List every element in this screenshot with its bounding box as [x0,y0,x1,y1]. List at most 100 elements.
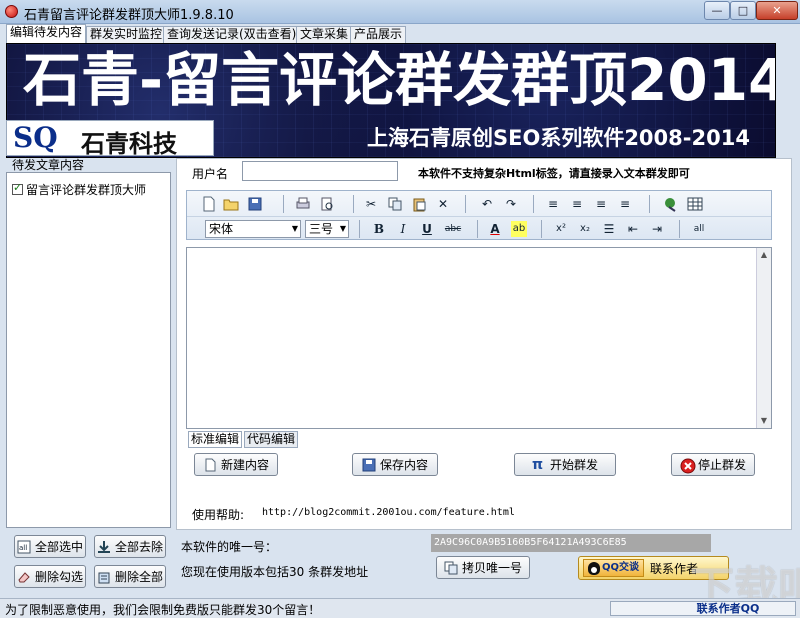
start-send-button[interactable]: π 开始群发 [514,453,616,476]
underline-button[interactable]: U [419,221,435,237]
tab-send-records[interactable]: 查询发送记录(双击查看) [163,26,301,43]
status-bar: 为了限制恶意使用，我们会限制免费版只能群发30个留言！ 联系作者QQ [0,598,800,618]
logo-name: 石青科技 [81,129,177,158]
qq-chat-badge: QQ交谈 [583,559,645,577]
new-doc-icon [203,458,217,472]
pi-icon: π [531,456,544,473]
delete-checked-button[interactable]: 删除勾选 [14,565,86,588]
select-all-button[interactable]: all 全部选中 [14,535,86,558]
outdent-icon[interactable]: ⇤ [625,221,641,237]
main-tabs: 编辑待发内容 群发实时监控 查询发送记录(双击查看) 文章采集 产品展示 [2,24,798,43]
deselect-all-label: 全部去除 [114,540,163,554]
paste-icon[interactable] [411,196,427,212]
tab-standard-edit[interactable]: 标准编辑 [188,431,243,448]
font-name-select[interactable]: 宋体 ▼ [205,220,301,238]
status-contact-qq-label: 联系作者QQ [696,602,760,615]
help-link[interactable]: http://blog2commit.2001ou.com/feature.ht… [262,507,515,518]
article-list[interactable]: 留言评论群发群顶大师 [6,172,171,528]
stop-icon [680,458,696,473]
bold-button[interactable]: B [371,221,387,237]
new-content-button[interactable]: 新建内容 [194,453,278,476]
italic-button[interactable]: I [395,221,411,237]
qq-penguin-icon [588,561,600,575]
align-center-icon[interactable]: ≡ [593,196,609,212]
company-logo: SQ 石青科技 [6,120,214,158]
close-button[interactable]: ✕ [756,1,798,20]
editor-scrollbar[interactable]: ▲ ▼ [756,248,771,428]
copy-id-label: 拷贝唯一号 [461,561,522,575]
font-name-value: 宋体 [209,222,234,236]
undo-icon[interactable]: ↶ [479,196,495,212]
save-content-button[interactable]: 保存内容 [352,453,438,476]
maximize-button[interactable]: □ [730,1,756,20]
indent-icon[interactable]: ⇥ [649,221,665,237]
content-editor[interactable]: ▲ ▼ [186,247,772,429]
start-send-label: 开始群发 [549,458,598,472]
version-info: 您现在使用版本包括30 条群发地址 [181,565,369,579]
logo-mark: SQ [13,121,58,154]
superscript-icon[interactable]: x² [553,221,569,237]
save-icon [362,458,376,472]
align-right-icon[interactable]: ≡ [617,196,633,212]
eraser-icon [17,570,31,584]
list-item[interactable]: 留言评论群发群顶大师 [12,181,146,198]
open-folder-icon[interactable] [223,196,239,212]
html-notice: 本软件不支持复杂Html标签，请直接录入文本群发即可 [418,167,690,180]
cut-icon[interactable]: ✂ [363,196,379,212]
tab-edit-content[interactable]: 编辑待发内容 [6,24,87,43]
align-left-icon[interactable]: ≡ [569,196,585,212]
new-doc-icon[interactable] [201,196,217,212]
status-contact-qq[interactable]: 联系作者QQ [610,601,796,616]
delete-checked-label: 删除勾选 [34,570,83,584]
unique-id-label: 本软件的唯一号： [181,540,278,554]
toolbar-row-1: ✂ ✕ ↶ ↷ ≡ ≡ ≡ ≡ [187,192,771,216]
tab-product-showcase[interactable]: 产品展示 [350,26,407,43]
save-icon[interactable] [247,196,263,212]
print-preview-icon[interactable] [319,196,335,212]
link-icon[interactable] [663,196,679,212]
subscript-icon[interactable]: x₂ [577,221,593,237]
help-label: 使用帮助: [192,508,245,522]
select-all-text-icon[interactable]: all [691,221,707,237]
stop-send-button[interactable]: 停止群发 [671,453,755,476]
align-justify-icon[interactable]: ≡ [545,196,561,212]
tab-code-edit[interactable]: 代码编辑 [244,431,299,448]
deselect-icon [97,540,111,554]
font-size-value: 三号 [309,222,334,236]
app-icon [5,5,18,18]
username-label: 用户名 [192,167,229,181]
banner-subtitle: 上海石青原创SEO系列软件2008-2014 [367,126,750,150]
unique-id-value: 2A9C96C0A9B5160B5F64121A493C6E85 [431,534,711,552]
tab-realtime-monitor[interactable]: 群发实时监控 [86,26,167,43]
delete-all-button[interactable]: 删除全部 [94,565,166,588]
highlight-icon[interactable]: ab [511,221,527,237]
window-title: 石青留言评论群发群顶大师1.9.8.10 [24,8,234,23]
list-item-label: 留言评论群发群顶大师 [26,183,147,197]
title-bar: 石青留言评论群发群顶大师1.9.8.10 — □ ✕ [0,0,800,24]
delete-icon[interactable]: ✕ [435,196,451,212]
tab-article-collect[interactable]: 文章采集 [296,26,353,43]
deselect-all-button[interactable]: 全部去除 [94,535,166,558]
numbered-list-icon[interactable]: ☰ [601,221,617,237]
table-icon[interactable] [687,196,703,212]
status-message: 为了限制恶意使用，我们会限制免费版只能群发30个留言！ [5,603,321,617]
toolbar-row-2: 宋体 ▼ 三号 ▼ B I U abc A ab x² x₂ ☰ ⇤ ⇥ all [187,216,771,240]
copy-icon[interactable] [387,196,403,212]
scroll-down-icon[interactable]: ▼ [757,414,771,428]
delete-all-label: 删除全部 [114,570,163,584]
username-input[interactable] [242,161,398,181]
banner-title: 石青-留言评论群发群顶2014 [23,46,776,114]
article-list-label: 待发文章内容 [12,158,85,172]
redo-icon[interactable]: ↷ [503,196,519,212]
font-color-icon[interactable]: A [487,221,503,237]
font-size-select[interactable]: 三号 ▼ [305,220,349,238]
strikethrough-button[interactable]: abc [443,221,463,237]
stop-send-label: 停止群发 [697,458,746,472]
chevron-down-icon: ▼ [291,224,298,233]
scroll-up-icon[interactable]: ▲ [757,248,771,262]
item-checkbox[interactable] [12,181,23,195]
print-icon[interactable] [295,196,311,212]
copy-icon [444,561,458,575]
copy-id-button[interactable]: 拷贝唯一号 [436,556,530,579]
minimize-button[interactable]: — [704,1,730,20]
